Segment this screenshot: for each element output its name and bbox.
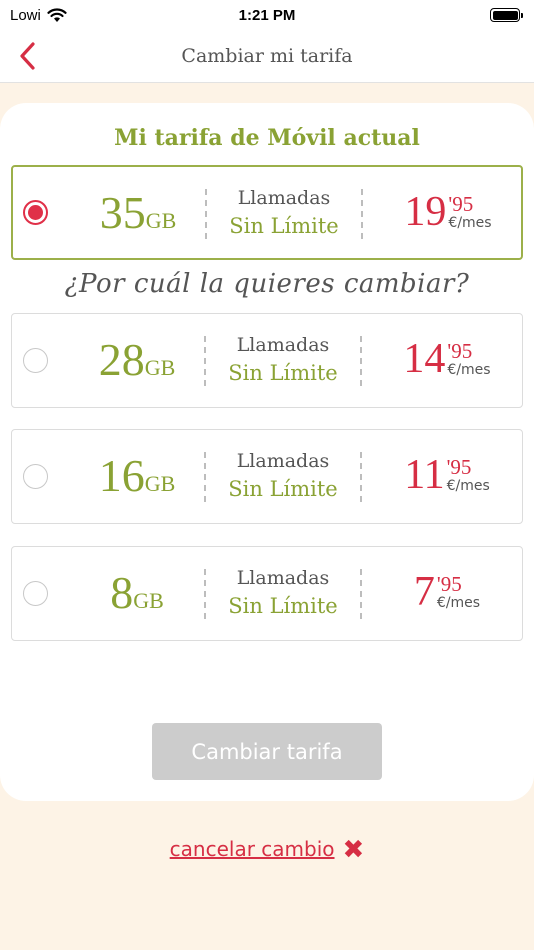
divider [360, 569, 362, 619]
status-left: Lowi [10, 7, 67, 24]
calls-info: Llamadas Sin Límite [229, 187, 339, 238]
divider [361, 189, 363, 239]
battery-icon [490, 8, 523, 22]
chevron-left-icon [20, 42, 35, 70]
plan-option-28gb[interactable]: 28GB Llamadas Sin Límite 14 '95 €/mes [11, 313, 523, 408]
data-amount: 28GB [98, 334, 176, 385]
plan-option-16gb[interactable]: 16GB Llamadas Sin Límite 11 '95 €/mes [11, 429, 523, 524]
close-icon[interactable]: ✖ [343, 836, 365, 862]
data-amount: 35GB [99, 187, 177, 238]
wifi-icon [47, 7, 67, 22]
back-button[interactable] [12, 38, 42, 74]
divider [205, 189, 207, 239]
data-amount: 8GB [110, 567, 164, 618]
status-time: 1:21 PM [238, 6, 296, 24]
change-plan-button[interactable]: Cambiar tarifa [152, 723, 382, 780]
divider [360, 452, 362, 502]
divider [360, 336, 362, 386]
change-question: ¿Por cuál la quieres cambiar? [64, 269, 470, 299]
radio-button[interactable] [23, 348, 48, 373]
price: 11 '95 €/mes [404, 452, 490, 498]
cancel-change: cancelar cambio ✖ [0, 836, 534, 862]
data-amount: 16GB [98, 450, 176, 501]
calls-info: Llamadas Sin Límite [228, 450, 338, 501]
nav-bar: Cambiar mi tarifa [0, 30, 534, 83]
price: 19 '95 €/mes [404, 189, 492, 235]
plan-option-current[interactable]: 35GB Llamadas Sin Límite 19 '95 €/mes [11, 165, 523, 260]
divider [204, 336, 206, 386]
divider [204, 452, 206, 502]
radio-button[interactable] [23, 581, 48, 606]
plan-option-8gb[interactable]: 8GB Llamadas Sin Límite 7 '95 €/mes [11, 546, 523, 641]
radio-button[interactable] [23, 200, 48, 225]
plan-selection-card: Mi tarifa de Móvil actual 35GB Llamadas … [0, 103, 534, 801]
cancel-change-link[interactable]: cancelar cambio [170, 837, 335, 861]
carrier-name: Lowi [10, 6, 41, 24]
radio-button[interactable] [23, 464, 48, 489]
price: 7 '95 €/mes [413, 569, 481, 615]
status-bar: Lowi 1:21 PM [0, 0, 534, 30]
price: 14 '95 €/mes [403, 336, 491, 382]
current-plan-title: Mi tarifa de Móvil actual [114, 125, 420, 151]
divider [204, 569, 206, 619]
page-title: Cambiar mi tarifa [181, 45, 353, 67]
calls-info: Llamadas Sin Límite [228, 334, 338, 385]
calls-info: Llamadas Sin Límite [228, 567, 338, 618]
